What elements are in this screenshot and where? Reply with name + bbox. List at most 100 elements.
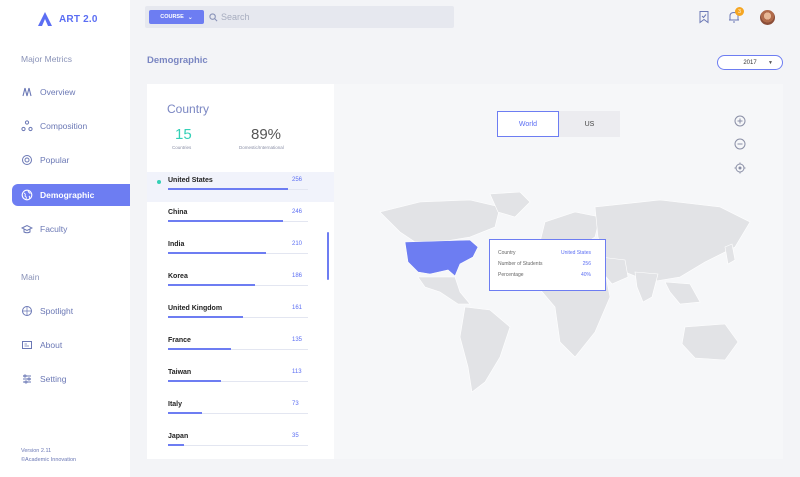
value-bar: [168, 444, 184, 446]
country-value: 113: [292, 369, 302, 375]
country-name: Italy: [168, 401, 183, 408]
sidebar-item-label: Overview: [40, 87, 76, 97]
spotlight-icon: [22, 306, 32, 316]
country-value: 256: [292, 177, 303, 183]
world-map[interactable]: [360, 192, 760, 402]
course-dropdown-label: COURSE: [160, 14, 184, 20]
avatar[interactable]: [760, 10, 775, 25]
app-name: ART 2.0: [59, 13, 98, 25]
sidebar-item-overview[interactable]: Overview: [12, 81, 130, 103]
map-region-mexico-central-america: [417, 276, 471, 305]
about-icon: [22, 341, 32, 349]
year-dropdown[interactable]: 2017 ▼: [717, 55, 783, 70]
section-title-main: Main: [21, 272, 40, 282]
search-input[interactable]: [221, 12, 421, 22]
list-item[interactable]: Taiwan 113: [147, 364, 334, 394]
map-region-australia: [681, 323, 739, 361]
sidebar-item-composition[interactable]: Composition: [12, 115, 130, 137]
countries-count: 15: [175, 126, 192, 143]
list-item[interactable]: United States 256: [147, 172, 334, 202]
country-panel: Country 15 Countries 89% Domestic/Intern…: [147, 84, 334, 459]
sidebar-item-demographic[interactable]: Demographic: [12, 184, 130, 206]
sidebar-item-label: Faculty: [40, 224, 68, 234]
panel-title: Country: [167, 102, 210, 116]
country-name: United Kingdom: [168, 305, 223, 312]
zoom-out-icon[interactable]: [734, 138, 746, 150]
map-region-united-states: [404, 239, 479, 277]
value-bar: [168, 316, 243, 318]
list-item[interactable]: France 135: [147, 332, 334, 362]
sidebar: ART 2.0 Major Metrics Overview Compositi…: [0, 0, 130, 477]
chevron-down-icon: ⌄: [187, 14, 193, 21]
value-bar: [168, 348, 231, 350]
value-bar: [168, 188, 288, 190]
year-dropdown-value: 2017: [743, 59, 757, 66]
sidebar-item-faculty[interactable]: Faculty: [12, 218, 130, 240]
sidebar-item-label: Popular: [40, 155, 70, 165]
value-bar: [168, 252, 266, 254]
selected-indicator-dot: [157, 180, 161, 184]
app-logo[interactable]: ART 2.0: [37, 11, 98, 27]
country-name: Korea: [168, 273, 188, 280]
version-text: Version 2.11: [21, 448, 52, 454]
zoom-in-icon[interactable]: [734, 115, 746, 127]
map-region-south-america: [459, 306, 511, 393]
tooltip-country-value: United States: [560, 250, 591, 256]
country-name: India: [168, 241, 185, 248]
map-region-southeast-asia: [664, 281, 701, 305]
countries-label: Countries: [172, 145, 192, 150]
sidebar-item-about[interactable]: About: [12, 334, 130, 356]
value-bar: [168, 412, 202, 414]
country-value: 135: [292, 337, 303, 343]
country-name: France: [168, 337, 191, 344]
toggle-world[interactable]: World: [497, 111, 559, 137]
logo-icon: [38, 12, 52, 26]
sidebar-item-label: About: [40, 340, 63, 350]
list-item[interactable]: United Kingdom 161: [147, 300, 334, 330]
list-item[interactable]: Italy 73: [147, 396, 334, 426]
list-item[interactable]: Korea 186: [147, 268, 334, 298]
notification-badge: 3: [735, 7, 744, 16]
bookmark-check-icon[interactable]: [697, 10, 711, 24]
sidebar-item-label: Demographic: [40, 190, 95, 200]
domestic-percent-label: Domestic/International: [239, 145, 284, 150]
tooltip-students-label: Number of Students: [498, 261, 543, 267]
country-name: Japan: [168, 433, 189, 440]
value-bar: [168, 284, 255, 286]
sidebar-item-setting[interactable]: Setting: [12, 368, 130, 390]
top-bar: COURSE ⌄ 3: [130, 0, 800, 33]
country-value: 186: [292, 273, 303, 279]
sidebar-item-label: Composition: [40, 121, 88, 131]
value-bar: [168, 380, 221, 382]
credit-text: ©Academic Innovation: [21, 457, 77, 463]
country-value: 161: [292, 305, 303, 311]
list-item[interactable]: Japan 35: [147, 428, 334, 458]
tooltip-percentage-value: 40%: [580, 272, 591, 278]
scrollbar[interactable]: [327, 232, 329, 280]
globe-icon: [21, 189, 33, 201]
sidebar-item-label: Setting: [40, 374, 67, 384]
toggle-us[interactable]: US: [559, 111, 620, 137]
section-title-major-metrics: Major Metrics: [21, 54, 73, 64]
sidebar-item-spotlight[interactable]: Spotlight: [12, 300, 130, 322]
country-value: 73: [292, 401, 299, 407]
tooltip-percentage-label: Percentage: [498, 272, 524, 278]
settings-icon: [23, 374, 31, 384]
search-icon: [209, 12, 218, 21]
country-value: 246: [292, 209, 303, 215]
tooltip-country-label: Country: [498, 250, 516, 256]
list-item[interactable]: India 210: [147, 236, 334, 266]
popular-icon: [22, 155, 32, 165]
map-area[interactable]: World US Country United States Number of…: [334, 84, 783, 459]
map-region-north-america-north: [379, 199, 501, 243]
course-dropdown[interactable]: COURSE ⌄: [149, 10, 204, 24]
locate-icon[interactable]: [734, 162, 746, 174]
sidebar-item-popular[interactable]: Popular: [12, 149, 130, 171]
country-name: United States: [168, 177, 213, 184]
map-region-india: [634, 271, 659, 303]
search-bar: COURSE ⌄: [145, 6, 454, 28]
list-item[interactable]: China 246: [147, 204, 334, 234]
country-value: 35: [292, 433, 299, 439]
domestic-percent: 89%: [251, 126, 282, 143]
country-name: China: [168, 209, 188, 216]
